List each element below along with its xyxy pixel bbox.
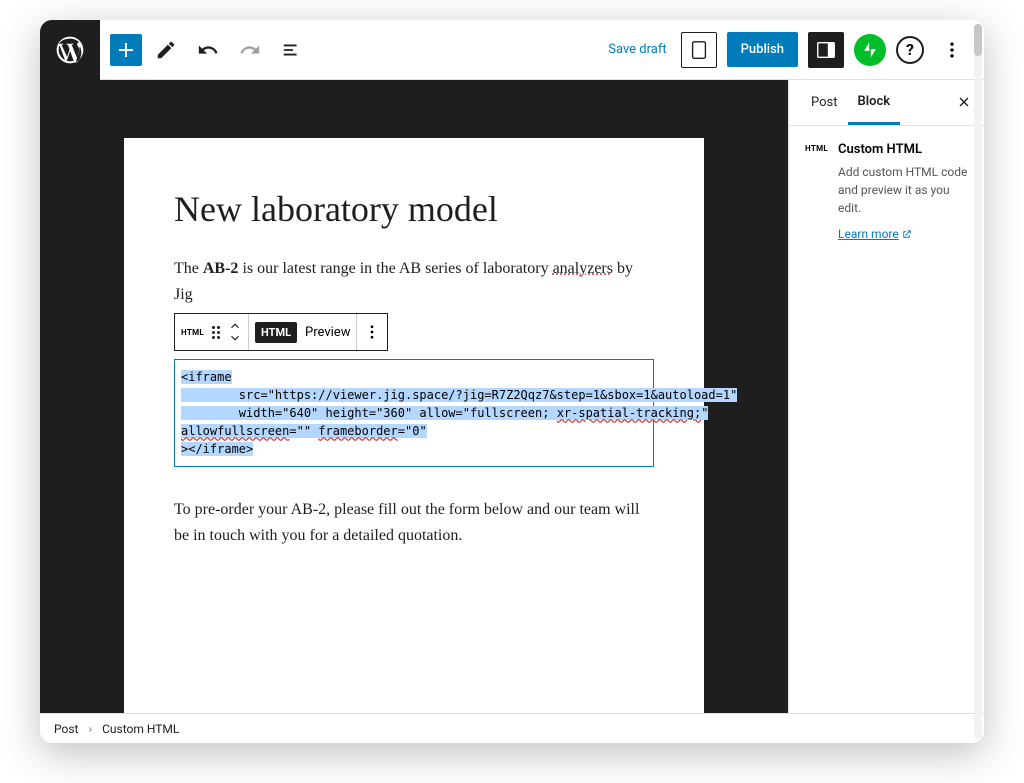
learn-more-link[interactable]: Learn more (838, 227, 912, 241)
redo-icon (239, 39, 261, 61)
help-button[interactable]: ? (896, 36, 924, 64)
html-preview-toggle: HTML Preview (249, 314, 357, 350)
sidebar-icon (815, 39, 837, 61)
breadcrumb-root[interactable]: Post (54, 722, 78, 736)
wordpress-logo[interactable] (40, 20, 100, 80)
options-button[interactable] (934, 32, 970, 68)
html-mode-button[interactable]: HTML (255, 322, 297, 343)
top-toolbar: Save draft Publish ? (40, 20, 984, 80)
post-title[interactable]: New laboratory model (174, 188, 654, 230)
outline-icon (281, 39, 303, 61)
wordpress-icon (54, 34, 86, 66)
close-sidebar-button[interactable] (956, 93, 972, 113)
block-info-panel: HTML Custom HTML Add custom HTML code an… (789, 126, 984, 257)
settings-sidebar: Post Block HTML Custom HTML Add custom H… (788, 80, 984, 713)
sidebar-tabs: Post Block (789, 80, 984, 126)
external-link-icon (901, 229, 912, 240)
block-info-description: Add custom HTML code and preview it as y… (838, 163, 968, 217)
app-window: Save draft Publish ? New laboratory mode… (40, 20, 984, 743)
scrollbar-thumb[interactable] (974, 24, 982, 56)
edit-tool-button[interactable] (148, 32, 184, 68)
editor-canvas: New laboratory model The AB-2 is our lat… (40, 80, 788, 713)
kebab-icon (942, 40, 962, 60)
chevron-down-icon (228, 333, 242, 343)
undo-icon (197, 39, 219, 61)
pencil-icon (155, 39, 177, 61)
settings-panel-toggle[interactable] (808, 32, 844, 68)
block-options-button[interactable] (357, 314, 387, 350)
editor-area: New laboratory model The AB-2 is our lat… (40, 80, 984, 713)
breadcrumb: Post › Custom HTML (40, 713, 984, 743)
tab-post[interactable]: Post (801, 82, 848, 123)
scrollbar-track (974, 24, 982, 739)
add-block-button[interactable] (110, 34, 142, 66)
html-block-icon: HTML (805, 144, 828, 153)
redo-button[interactable] (232, 32, 268, 68)
undo-button[interactable] (190, 32, 226, 68)
jetpack-icon (860, 40, 880, 60)
post-page: New laboratory model The AB-2 is our lat… (124, 138, 704, 713)
kebab-icon (363, 323, 381, 341)
publish-button[interactable]: Publish (727, 32, 798, 67)
breadcrumb-current[interactable]: Custom HTML (102, 722, 179, 736)
device-icon (688, 39, 710, 61)
save-draft-button[interactable]: Save draft (608, 42, 666, 57)
drag-handle-icon[interactable] (212, 326, 220, 339)
block-info-title: Custom HTML (838, 142, 968, 157)
plus-icon (114, 38, 138, 62)
block-mover[interactable] (228, 321, 242, 343)
html-type-icon: HTML (181, 328, 204, 337)
document-outline-button[interactable] (274, 32, 310, 68)
custom-html-block[interactable]: <iframe src="https://viewer.jig.space/?j… (174, 359, 654, 467)
paragraph-2[interactable]: To pre-order your AB-2, please fill out … (174, 497, 654, 548)
jetpack-button[interactable] (854, 34, 886, 66)
close-icon (956, 94, 972, 110)
preview-mode-button[interactable]: Preview (305, 325, 350, 340)
block-toolbar: HTML HTML Preview (174, 313, 388, 351)
block-type-switcher[interactable]: HTML (175, 314, 249, 350)
chevron-up-icon (228, 321, 242, 331)
tab-block[interactable]: Block (848, 81, 901, 125)
preview-button[interactable] (681, 32, 717, 68)
paragraph-1[interactable]: The AB-2 is our latest range in the AB s… (174, 256, 654, 307)
breadcrumb-separator: › (88, 722, 92, 736)
